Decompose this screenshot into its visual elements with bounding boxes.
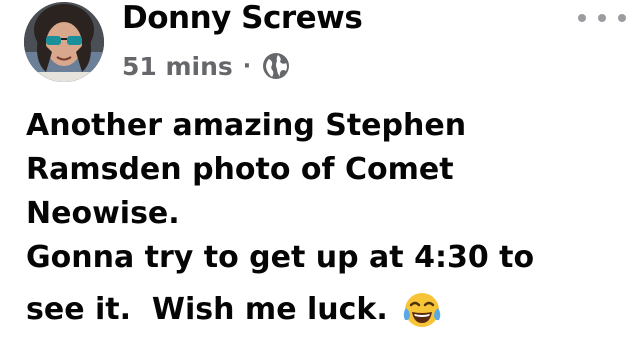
post-card: Donny Screws 51 mins · Another amazing S… <box>0 0 640 363</box>
author-name[interactable]: Donny Screws <box>122 0 363 36</box>
more-horizontal-icon <box>578 14 586 22</box>
globe-icon[interactable] <box>261 51 291 81</box>
avatar[interactable] <box>24 2 104 82</box>
post-text: Another amazing Stephen Ramsden photo of… <box>26 104 616 334</box>
post-meta: 51 mins · <box>122 48 291 84</box>
post-timestamp[interactable]: 51 mins <box>122 52 233 81</box>
more-options-button[interactable] <box>578 8 626 28</box>
post-text-line-last: see it. Wish me luck. <box>26 286 616 334</box>
more-dot <box>618 14 626 22</box>
meta-separator: · <box>242 53 252 79</box>
post-text-line: Ramsden photo of Comet <box>26 152 454 187</box>
post-text-line: Neowise. <box>26 196 180 231</box>
more-dot <box>598 14 606 22</box>
face-with-tears-of-joy-icon <box>402 290 442 330</box>
post-text-line: see it. Wish me luck. <box>26 292 388 327</box>
avatar-image <box>24 2 104 82</box>
post-text-line: Gonna try to get up at 4:30 to <box>26 240 535 275</box>
post-text-line: Another amazing Stephen <box>26 108 467 143</box>
